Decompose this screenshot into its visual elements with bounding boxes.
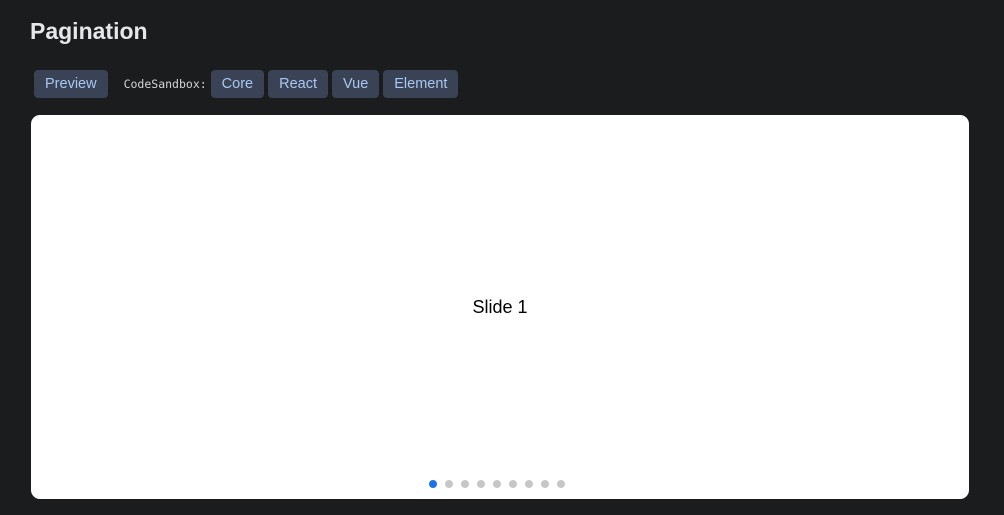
codesandbox-react-button[interactable]: React — [268, 70, 328, 98]
pagination-bullet[interactable] — [541, 480, 549, 488]
slide-label: Slide 1 — [472, 296, 528, 317]
page: Pagination Preview CodeSandbox: Core Rea… — [0, 0, 1004, 515]
codesandbox-vue-button[interactable]: Vue — [332, 70, 380, 98]
codesandbox-label: CodeSandbox: — [123, 77, 207, 91]
pagination-bullet-active[interactable] — [429, 480, 437, 488]
page-title: Pagination — [30, 18, 148, 44]
pagination-bullet[interactable] — [461, 480, 469, 488]
slide[interactable]: Slide 1 — [31, 115, 969, 499]
pagination-bullet[interactable] — [445, 480, 453, 488]
pagination-bullet[interactable] — [509, 480, 517, 488]
pagination-bullet[interactable] — [557, 480, 565, 488]
pagination — [31, 480, 966, 488]
preview-button[interactable]: Preview — [34, 70, 108, 98]
swiper-demo[interactable]: Slide 1 — [31, 115, 969, 499]
pagination-bullet[interactable] — [525, 480, 533, 488]
pagination-bullet[interactable] — [477, 480, 485, 488]
codesandbox-core-button[interactable]: Core — [210, 70, 265, 98]
pagination-bullet[interactable] — [493, 480, 501, 488]
codesandbox-element-button[interactable]: Element — [383, 70, 459, 98]
demo-toolbar: Preview CodeSandbox: Core React Vue Elem… — [34, 70, 459, 98]
